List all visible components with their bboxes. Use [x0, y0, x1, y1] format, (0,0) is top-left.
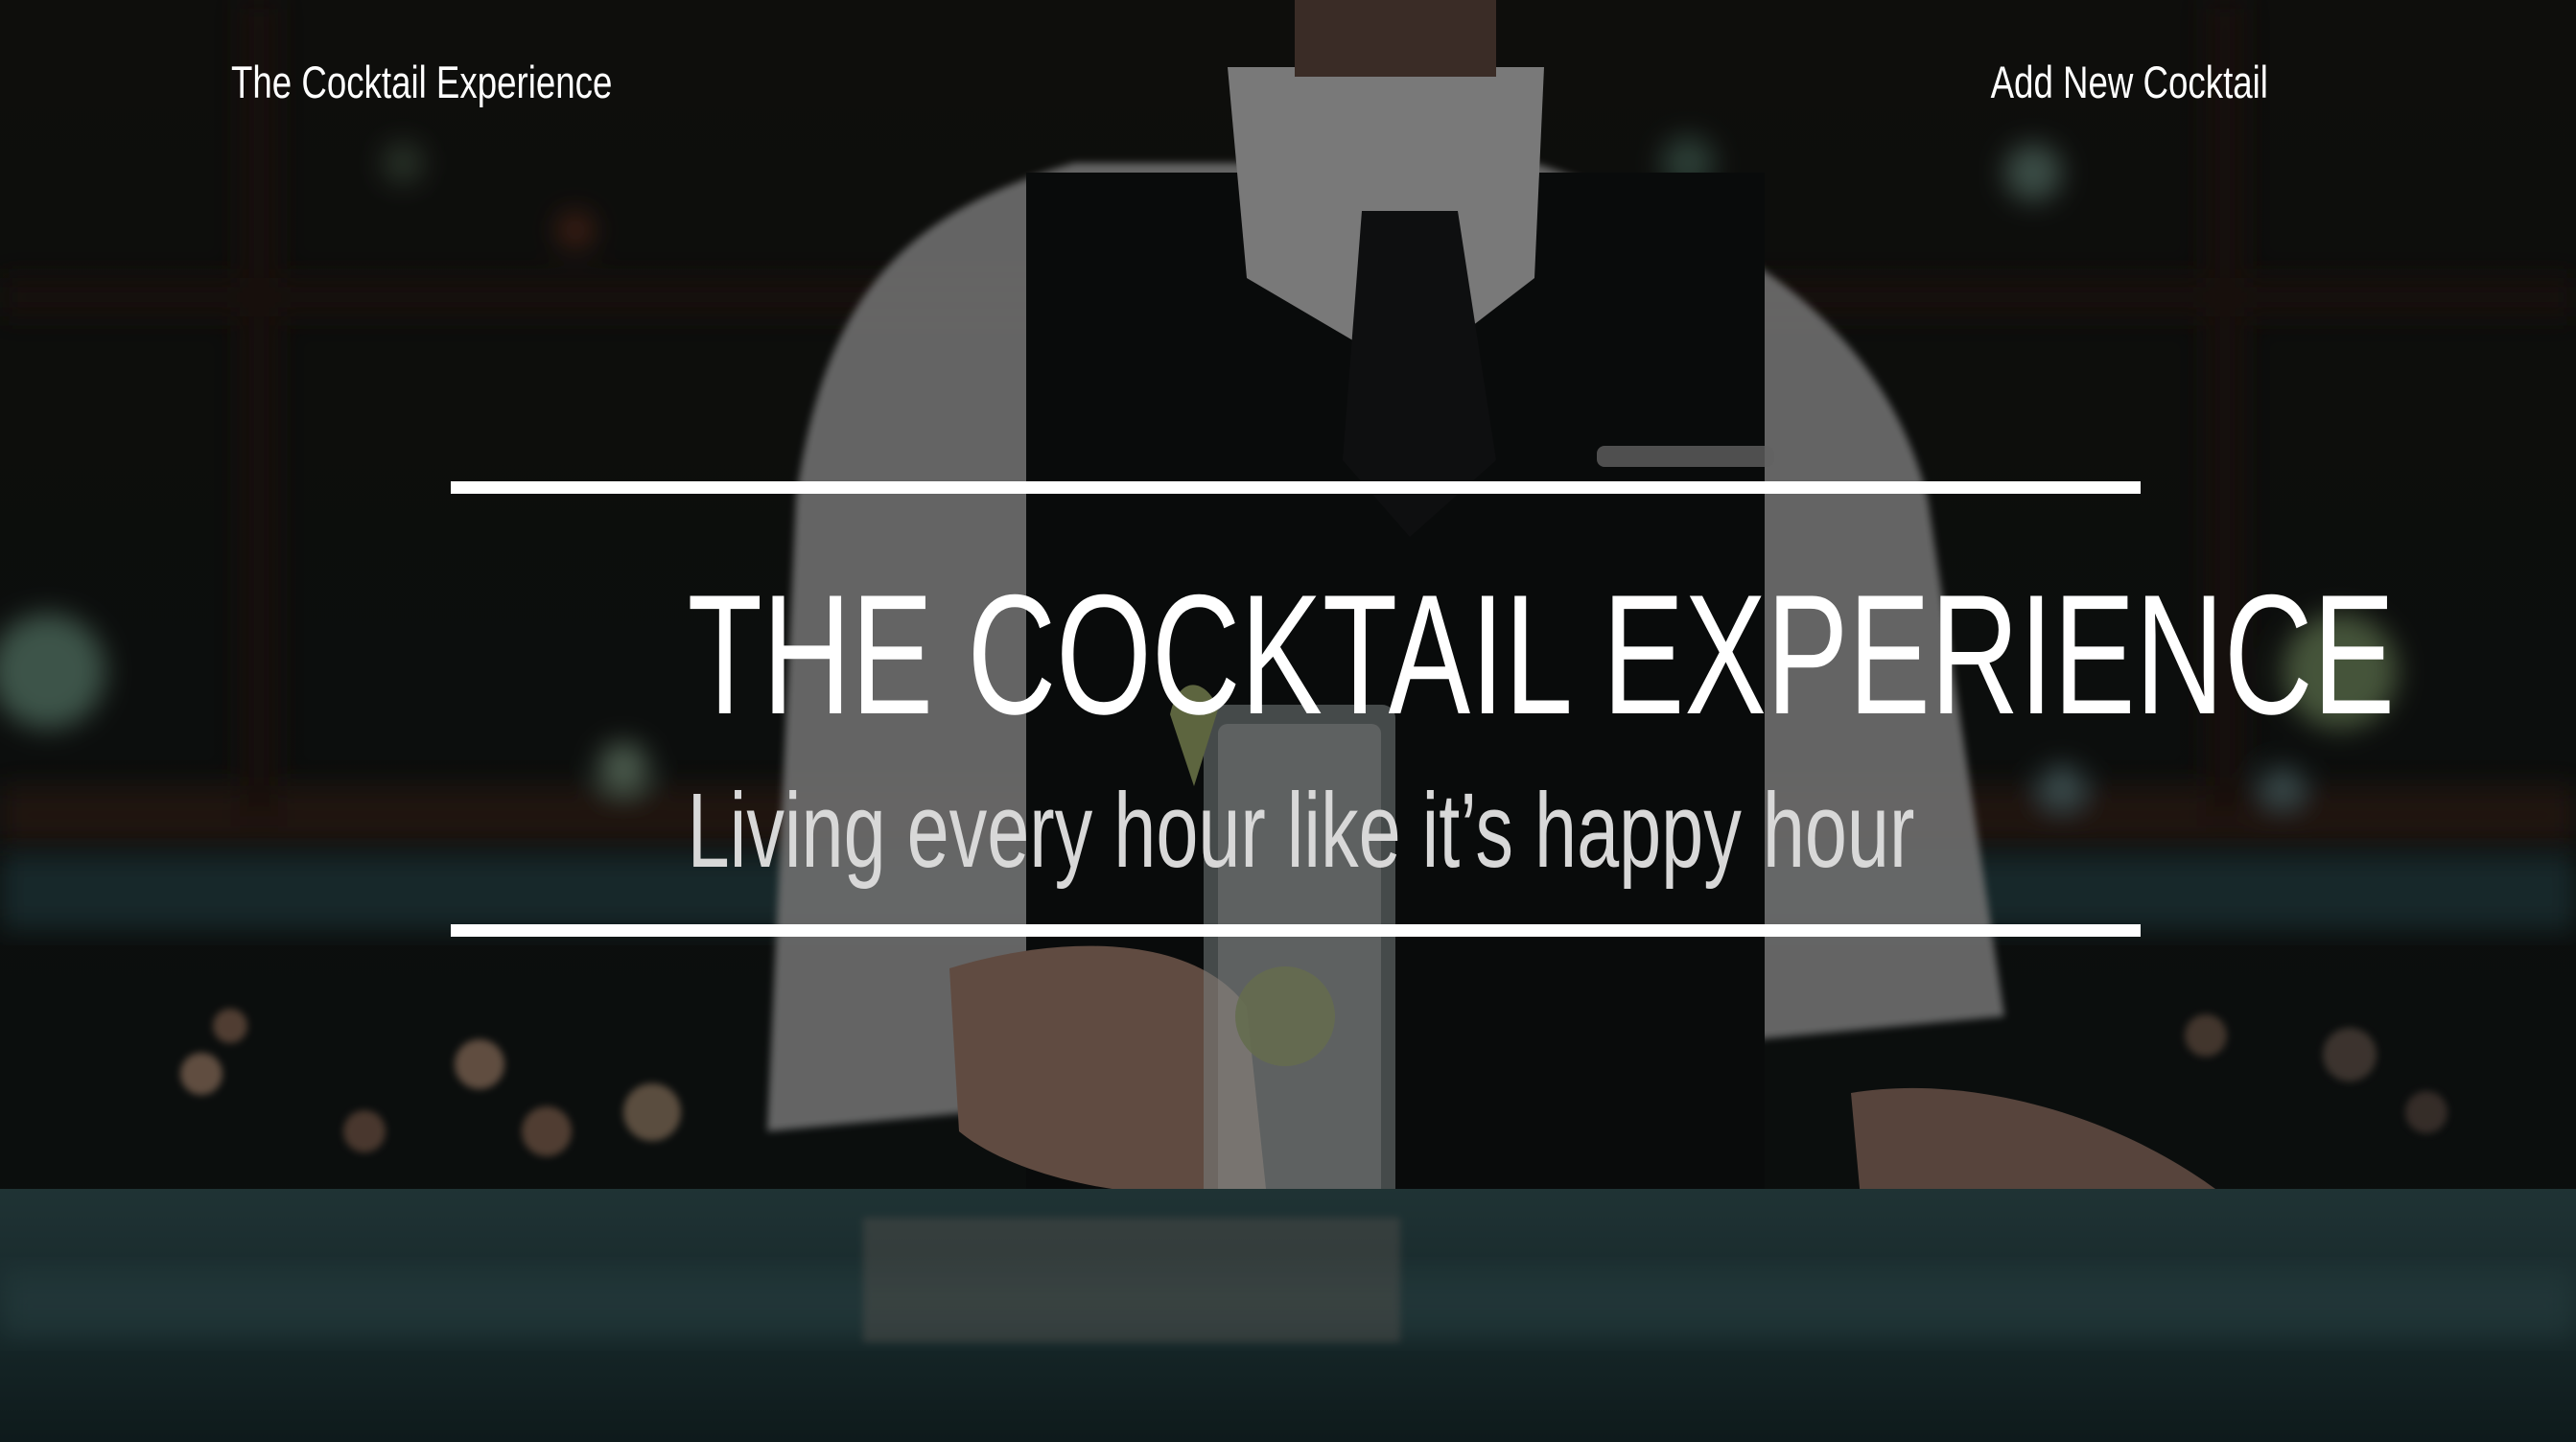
top-navigation: The Cocktail Experience Add New Cocktail [0, 0, 2576, 173]
hero-banner: THE COCKTAIL EXPERIENCE Living every hou… [451, 481, 2396, 937]
bottom-divider [451, 924, 2141, 937]
hero-title: THE COCKTAIL EXPERIENCE [687, 559, 2396, 750]
brand-link[interactable]: The Cocktail Experience [231, 56, 612, 108]
top-divider [451, 481, 2141, 494]
hero-subtitle: Living every hour like it’s happy hour [687, 772, 1915, 890]
add-new-cocktail-link[interactable]: Add New Cocktail [1991, 56, 2268, 108]
